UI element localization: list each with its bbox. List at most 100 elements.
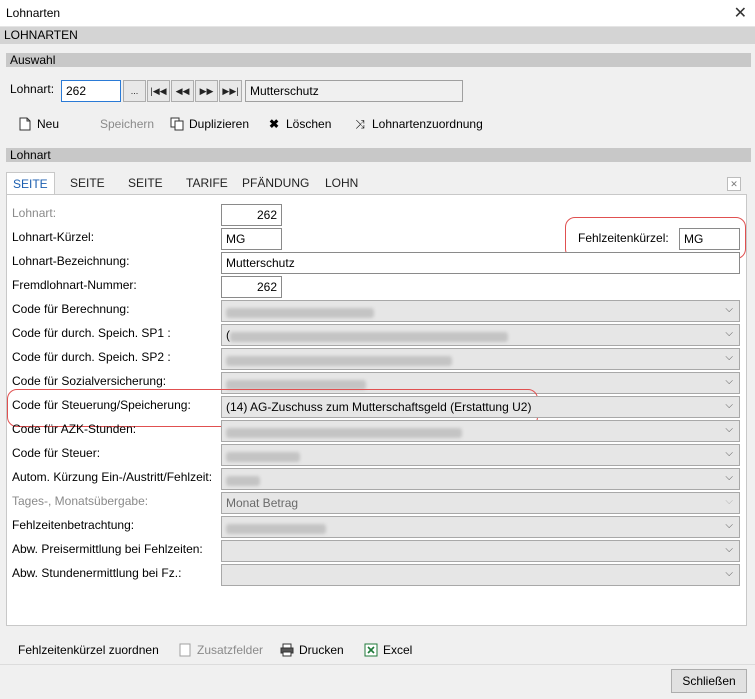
row-steuerung-label: Code für Steuerung/Speicherung: — [12, 398, 191, 412]
redacted-value — [226, 308, 374, 318]
new-document-icon — [18, 117, 32, 131]
section-auswahl: Auswahl — [6, 53, 751, 67]
window-title: Lohnarten — [6, 6, 61, 20]
row-uebergabe-select: Monat Betrag ⌵ — [221, 492, 740, 514]
row-berechnung-label: Code für Berechnung: — [12, 302, 130, 316]
row-azk-select[interactable]: ⌵ — [221, 420, 740, 442]
delete-label: Löschen — [286, 117, 332, 131]
next-record-button[interactable]: ▶▶ — [195, 80, 218, 102]
page-header: LOHNARTEN — [0, 27, 755, 44]
printer-icon — [280, 643, 294, 657]
print-button[interactable]: Drucken — [280, 643, 344, 657]
fehlzeitenkuerzel-zuordnen-label: Fehlzeitenkürzel zuordnen — [18, 643, 159, 657]
excel-button[interactable]: Excel — [364, 643, 412, 657]
row-steuer-label: Code für Steuer: — [12, 446, 101, 460]
chevron-down-icon: ⌵ — [725, 304, 733, 315]
row-fehlzeiten-select[interactable]: ⌵ — [221, 516, 740, 538]
redacted-value — [226, 452, 300, 462]
lookup-button[interactable]: ... — [123, 80, 146, 102]
form-fehlzeitenkuerzel-field[interactable]: MG — [679, 228, 740, 250]
row-preis-label: Abw. Preisermittlung bei Fehlzeiten: — [12, 542, 203, 556]
row-fehlzeiten-label: Fehlzeitenbetrachtung: — [12, 518, 135, 532]
row-azk-label: Code für AZK-Stunden: — [12, 422, 137, 436]
chevron-down-icon: ⌵ — [725, 520, 733, 531]
tab-lohn[interactable]: LOHN — [319, 172, 364, 194]
last-icon: ▶▶| — [222, 85, 239, 96]
row-stunden-label: Abw. Stundenermittlung bei Fz.: — [12, 566, 182, 580]
row-berechnung-select[interactable]: ⌵ — [221, 300, 740, 322]
row-uebergabe-label: Tages-, Monatsübergabe: — [12, 494, 149, 508]
duplicate-button[interactable]: Duplizieren — [170, 117, 249, 131]
row-steuerung-select[interactable]: (14) AG-Zuschuss zum Mutterschaftsgeld (… — [221, 396, 740, 418]
print-label: Drucken — [299, 643, 344, 657]
chevron-down-icon: ⌵ — [725, 448, 733, 459]
row-stunden-select[interactable]: ⌵ — [221, 564, 740, 586]
form-kuerzel-field[interactable]: MG — [221, 228, 282, 250]
form-kuerzel-label: Lohnart-Kürzel: — [12, 230, 95, 244]
row-sp2-select[interactable]: ⌵ — [221, 348, 740, 370]
redacted-value — [226, 428, 462, 438]
excel-icon — [364, 643, 378, 657]
shuffle-icon: ⤨ — [355, 116, 365, 131]
redacted-value — [226, 356, 452, 366]
panel-close-icon[interactable]: ✕ — [727, 177, 741, 191]
lohnart-select-label: Lohnart: — [10, 82, 55, 96]
first-record-button[interactable]: |◀◀ — [147, 80, 170, 102]
chevron-down-icon: ⌵ — [725, 544, 733, 555]
row-sp1-label: Code für durch. Speich. SP1 : — [12, 326, 171, 340]
chevron-down-icon: ⌵ — [725, 376, 733, 387]
chevron-down-icon: ⌵ — [725, 472, 733, 483]
tab-seite-1[interactable]: SEITE 1 — [6, 172, 55, 213]
redacted-value — [230, 332, 508, 342]
lohnart-select-input[interactable]: 262 — [61, 80, 121, 102]
form-bezeichnung-field[interactable]: Mutterschutz — [221, 252, 740, 274]
form-lohnart-label: Lohnart: — [12, 206, 57, 220]
prev-record-button[interactable]: ◀◀ — [171, 80, 194, 102]
fehlzeitenkuerzel-zuordnen-button[interactable]: Fehlzeitenkürzel zuordnen — [18, 643, 159, 657]
save-label: Speichern — [100, 117, 155, 131]
last-record-button[interactable]: ▶▶| — [219, 80, 242, 102]
redacted-value — [226, 524, 326, 534]
window-titlebar: Lohnarten ✕ — [0, 0, 755, 27]
close-icon[interactable]: ✕ — [734, 3, 747, 23]
document-icon — [178, 643, 192, 657]
row-sv-label: Code für Sozialversicherung: — [12, 374, 167, 388]
row-uebergabe-value: Monat Betrag — [226, 496, 299, 510]
redacted-value — [226, 476, 260, 486]
chevron-down-icon: ⌵ — [725, 496, 733, 507]
row-steuer-select[interactable]: ⌵ — [221, 444, 740, 466]
form-bezeichnung-label: Lohnart-Bezeichnung: — [12, 254, 130, 268]
lohnartenzuordnung-button[interactable]: ⤨ Lohnartenzuordnung — [353, 116, 483, 132]
form-fremdlohnart-label: Fremdlohnart-Nummer: — [12, 278, 137, 292]
new-button[interactable]: Neu — [18, 117, 59, 131]
bottom-bar — [0, 664, 755, 699]
lohnart-name-display: Mutterschutz — [245, 80, 463, 102]
chevron-down-icon: ⌵ — [725, 424, 733, 435]
delete-button[interactable]: ✖ Löschen — [267, 117, 331, 131]
next-icon: ▶▶ — [199, 85, 214, 96]
row-kuerzung-select[interactable]: ⌵ — [221, 468, 740, 490]
duplicate-icon — [170, 117, 184, 131]
row-sp1-select[interactable]: ( ⌵ — [221, 324, 740, 346]
first-icon: |◀◀ — [150, 85, 167, 96]
tab-tarife[interactable]: TARIFE — [180, 172, 234, 194]
section-lohnart: Lohnart — [6, 148, 751, 162]
row-steuerung-value: (14) AG-Zuschuss zum Mutterschaftsgeld (… — [226, 400, 532, 414]
excel-label: Excel — [383, 643, 413, 657]
delete-x-icon: ✖ — [268, 117, 280, 131]
zusatzfelder-button[interactable]: Zusatzfelder — [178, 643, 263, 657]
row-sp2-label: Code für durch. Speich. SP2 : — [12, 350, 171, 364]
chevron-down-icon: ⌵ — [725, 400, 733, 411]
chevron-down-icon: ⌵ — [725, 328, 733, 339]
new-label: Neu — [37, 117, 60, 131]
form-fehlzeitenkuerzel-label: Fehlzeitenkürzel: — [578, 231, 669, 245]
tab-pfaendung[interactable]: PFÄNDUNG — [236, 172, 315, 194]
save-button[interactable]: Speichern — [100, 117, 154, 131]
tab-seite-2[interactable]: SEITE 2 — [64, 172, 111, 212]
prev-icon: ◀◀ — [175, 85, 190, 96]
tab-seite-3[interactable]: SEITE 3 — [122, 172, 169, 212]
row-preis-select[interactable]: ⌵ — [221, 540, 740, 562]
close-dialog-button[interactable]: Schließen — [671, 669, 747, 693]
chevron-down-icon: ⌵ — [725, 568, 733, 579]
form-fremdlohnart-field[interactable]: 262 — [221, 276, 282, 298]
